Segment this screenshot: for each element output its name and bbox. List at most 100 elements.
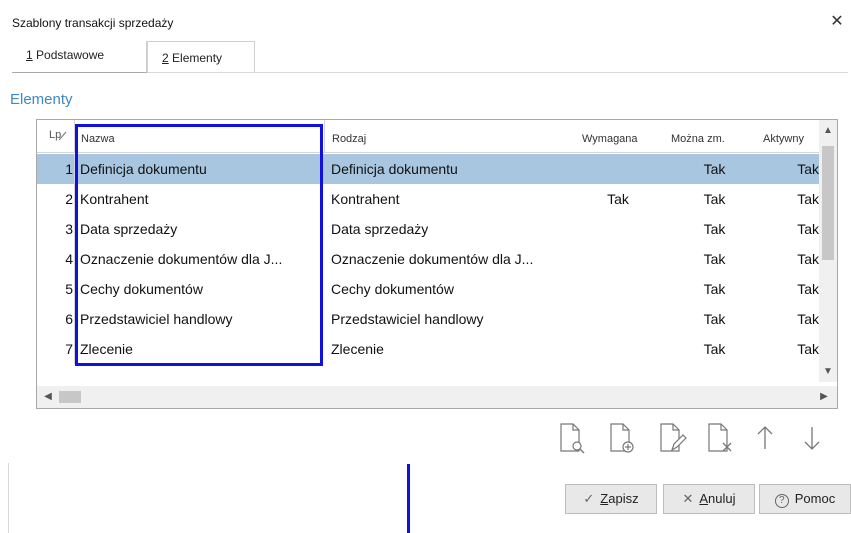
vertical-scroll-thumb[interactable]: [822, 146, 834, 260]
tab-elementy[interactable]: 2 Elementy: [147, 41, 255, 73]
cell-lp: 6: [65, 311, 73, 327]
cancel-button-label: nuluj: [708, 491, 736, 506]
tab-elementy-key: 2: [162, 51, 169, 65]
close-icon[interactable]: ✕: [826, 10, 848, 34]
help-button[interactable]: ? Pomoc: [759, 484, 851, 514]
cell-mozna-zm: Tak: [703, 251, 726, 267]
table-row[interactable]: 6 Przedstawiciel handlowy Przedstawiciel h…: [37, 304, 819, 334]
cancel-button[interactable]: ✕ Anuluj: [663, 484, 755, 514]
cell-lp: 3: [65, 221, 73, 237]
cell-rodzaj: Kontrahent: [331, 191, 400, 207]
tab-podstawowe[interactable]: 1 Podstawowe: [12, 41, 147, 72]
table-row[interactable]: 4 Oznaczenie dokumentów dla J... Oznaczeni…: [37, 244, 819, 274]
dialog-window: Szablony transakcji sprzedaży ✕ 1 Podsta…: [0, 0, 851, 533]
tab-podstawowe-key: 1: [26, 48, 33, 62]
cell-rodzaj: Cechy dokumentów: [331, 281, 454, 297]
document-edit-icon[interactable]: [655, 421, 689, 455]
table-row[interactable]: 1 Definicja dokumentu Definicja dokumentu T…: [37, 154, 819, 184]
elements-grid[interactable]: Lp Nazwa Rodzaj Wymagana Można zm. Aktyw…: [36, 119, 838, 409]
scroll-up-icon[interactable]: ▲: [819, 122, 837, 140]
cell-rodzaj: Przedstawiciel handlowy: [331, 311, 484, 327]
arrow-down-icon[interactable]: [795, 421, 829, 455]
column-header-wymagana[interactable]: Wymagana: [582, 133, 638, 145]
checkmark-icon: ✓: [583, 491, 595, 506]
row-separator: [74, 214, 75, 244]
cell-nazwa: Oznaczenie dokumentów dla J...: [80, 251, 283, 267]
left-divider: [8, 463, 9, 533]
cell-nazwa: Data sprzedaży: [80, 221, 178, 237]
row-separator: [74, 274, 75, 304]
tab-elementy-label: Elementy: [168, 51, 223, 65]
table-row[interactable]: 3 Data sprzedaży Data sprzedaży Tak Tak: [37, 214, 819, 244]
cell-nazwa: Cechy dokumentów: [80, 281, 203, 297]
row-separator: [74, 334, 75, 364]
cell-aktywny: Tak: [797, 161, 819, 177]
save-button[interactable]: ✓ Zapisz: [565, 484, 657, 514]
document-add-icon[interactable]: [605, 421, 639, 455]
cell-nazwa: Przedstawiciel handlowy: [80, 311, 233, 327]
cell-mozna-zm: Tak: [703, 161, 726, 177]
cell-mozna-zm: Tak: [703, 191, 726, 207]
tab-podstawowe-label: Podstawowe: [32, 48, 105, 62]
cell-lp: 7: [65, 341, 73, 357]
grid-header: Lp Nazwa Rodzaj Wymagana Można zm. Aktyw…: [37, 120, 819, 153]
cell-nazwa: Kontrahent: [80, 191, 149, 207]
header-separator: [324, 120, 325, 153]
cell-lp: 2: [65, 191, 73, 207]
row-separator: [74, 154, 75, 184]
window-title: Szablony transakcji sprzedaży: [12, 16, 174, 30]
cell-mozna-zm: Tak: [703, 281, 726, 297]
cell-aktywny: Tak: [797, 341, 819, 357]
table-row[interactable]: 2 Kontrahent Kontrahent Tak Tak Tak: [37, 184, 819, 214]
table-row[interactable]: 5 Cechy dokumentów Cechy dokumentów Tak Tak: [37, 274, 819, 304]
title-bar: Szablony transakcji sprzedaży ✕: [0, 8, 851, 36]
header-separator: [74, 120, 75, 153]
cell-aktywny: Tak: [797, 221, 819, 237]
help-button-label: Pomoc: [794, 491, 836, 506]
cell-rodzaj: Zlecenie: [331, 341, 384, 357]
close-icon: ✕: [682, 491, 694, 506]
table-row[interactable]: 7 Zlecenie Zlecenie Tak Tak: [37, 334, 819, 364]
document-preview-icon[interactable]: [555, 421, 589, 455]
cell-aktywny: Tak: [797, 281, 819, 297]
save-button-label: apisz: [608, 491, 639, 506]
cell-aktywny: Tak: [797, 251, 819, 267]
cell-lp: 4: [65, 251, 73, 267]
cell-rodzaj: Data sprzedaży: [331, 221, 429, 237]
cell-mozna-zm: Tak: [703, 221, 726, 237]
column-header-mozna-zm[interactable]: Można zm.: [671, 133, 725, 145]
column-header-rodzaj[interactable]: Rodzaj: [332, 133, 366, 145]
annotation-line: [407, 464, 410, 533]
horizontal-scrollbar[interactable]: ◀ ▶: [37, 386, 837, 408]
lp-sort-icon: Lp: [49, 129, 67, 141]
cell-aktywny: Tak: [797, 191, 819, 207]
arrow-up-icon[interactable]: [748, 421, 782, 455]
cell-wymagana: Tak: [607, 191, 629, 207]
tab-inactive-underline: [12, 72, 147, 73]
row-separator: [74, 184, 75, 214]
help-icon-glyph: ?: [778, 495, 785, 506]
section-title: Elementy: [10, 91, 73, 108]
row-separator: [74, 244, 75, 274]
cell-rodzaj: Definicja dokumentu: [331, 161, 458, 177]
scroll-left-icon[interactable]: ◀: [39, 388, 57, 406]
help-icon: ?: [774, 494, 789, 508]
scroll-down-icon[interactable]: ▼: [819, 363, 837, 381]
header-corner-icon: [59, 131, 67, 141]
cell-rodzaj: Oznaczenie dokumentów dla J...: [331, 251, 534, 267]
cell-lp: 5: [65, 281, 73, 297]
scroll-right-icon[interactable]: ▶: [815, 388, 833, 406]
column-header-nazwa[interactable]: Nazwa: [81, 133, 115, 145]
cell-aktywny: Tak: [797, 311, 819, 327]
cell-mozna-zm: Tak: [703, 311, 726, 327]
cell-nazwa: Zlecenie: [80, 341, 133, 357]
cell-nazwa: Definicja dokumentu: [80, 161, 207, 177]
vertical-scrollbar[interactable]: ▲ ▼: [819, 120, 837, 382]
document-delete-icon[interactable]: [703, 421, 737, 455]
cancel-button-key: A: [699, 491, 709, 506]
cell-lp: 1: [65, 161, 73, 177]
horizontal-scroll-thumb[interactable]: [59, 391, 81, 403]
column-header-aktywny[interactable]: Aktywny: [763, 133, 804, 145]
row-separator: [74, 304, 75, 334]
cell-mozna-zm: Tak: [703, 341, 726, 357]
